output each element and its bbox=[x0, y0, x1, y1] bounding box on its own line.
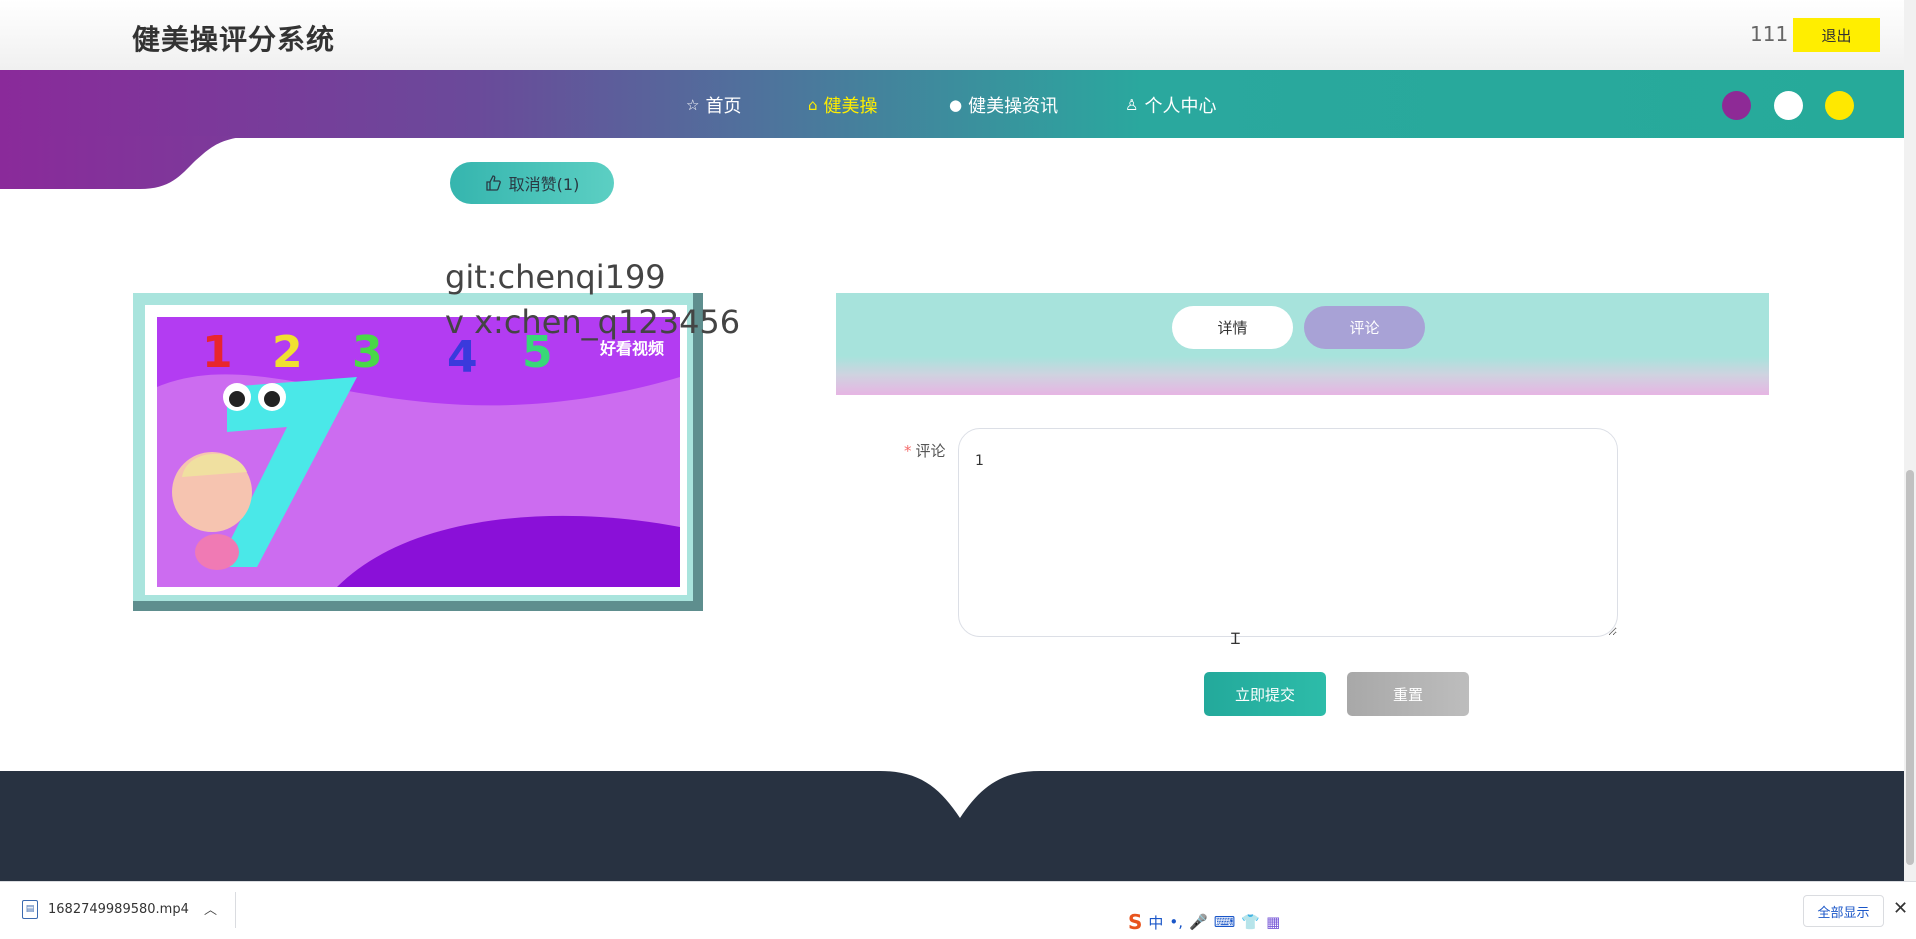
site-title: 健美操评分系统 bbox=[132, 23, 336, 56]
toolbox-icon[interactable]: ▦ bbox=[1266, 913, 1280, 931]
chevron-up-icon[interactable]: ︿ bbox=[204, 899, 217, 918]
logout-button[interactable]: 退出 bbox=[1793, 18, 1880, 52]
user-icon: ♙ bbox=[1125, 96, 1139, 114]
required-mark: * bbox=[904, 442, 912, 460]
sogou-logo-icon: S bbox=[1128, 910, 1143, 934]
video-player[interactable]: 1 2 3 4 5 好看视频 bbox=[157, 317, 680, 587]
svg-text:2: 2 bbox=[272, 327, 303, 378]
unlike-label: 取消赞(1) bbox=[508, 175, 580, 194]
watermark-wechat: v x:chen_q123456 bbox=[445, 303, 741, 341]
submit-button[interactable]: 立即提交 bbox=[1204, 672, 1326, 716]
theme-dot-purple[interactable] bbox=[1722, 91, 1751, 120]
tab-detail[interactable]: 详情 bbox=[1172, 306, 1293, 349]
svg-text:3: 3 bbox=[352, 327, 383, 378]
top-header: 健美操评分系统 111 退出 bbox=[0, 0, 1904, 71]
nav-decoration-wave bbox=[0, 136, 260, 189]
nav-item-label: 首页 bbox=[705, 96, 742, 117]
nav-item-aerobics[interactable]: ⌂ 健美操 bbox=[808, 92, 878, 118]
unlike-button[interactable]: 取消赞(1) bbox=[450, 162, 614, 204]
footer-notch-decoration bbox=[820, 768, 1100, 818]
nav-item-label: 健美操资讯 bbox=[968, 96, 1059, 117]
star-icon: ☆ bbox=[686, 96, 700, 114]
theme-dot-yellow[interactable] bbox=[1825, 91, 1854, 120]
download-divider bbox=[235, 892, 236, 928]
comment-label-text: 评论 bbox=[915, 442, 946, 460]
microphone-icon[interactable]: 🎤 bbox=[1189, 913, 1208, 931]
nav-item-label: 健美操 bbox=[823, 96, 878, 117]
download-item[interactable]: ▤ 1682749989580.mp4 bbox=[22, 895, 189, 923]
reset-button[interactable]: 重置 bbox=[1347, 672, 1469, 716]
keyboard-icon[interactable]: ⌨ bbox=[1214, 913, 1236, 931]
nav-item-home[interactable]: ☆ 首页 bbox=[686, 92, 741, 118]
nav-item-profile[interactable]: ♙ 个人中心 bbox=[1125, 92, 1216, 118]
ime-lang-label[interactable]: 中 bbox=[1148, 912, 1163, 933]
download-bar bbox=[0, 881, 1916, 939]
scrollbar-thumb[interactable] bbox=[1906, 470, 1914, 865]
comment-textarea[interactable] bbox=[958, 428, 1618, 637]
close-icon[interactable]: ✕ bbox=[1893, 898, 1908, 919]
nav-item-news[interactable]: ● 健美操资讯 bbox=[949, 92, 1058, 118]
file-icon: ▤ bbox=[22, 899, 38, 919]
username[interactable]: 111 bbox=[1750, 22, 1788, 46]
show-all-button[interactable]: 全部显示 bbox=[1803, 895, 1884, 927]
download-filename: 1682749989580.mp4 bbox=[48, 901, 189, 917]
bag-icon: ⌂ bbox=[808, 96, 818, 114]
nav-item-label: 个人中心 bbox=[1144, 96, 1217, 117]
info-icon: ● bbox=[949, 96, 963, 114]
comment-field-label: * 评论 bbox=[904, 440, 946, 461]
watermark-git: git:chenqi199 bbox=[445, 258, 666, 296]
punctuation-icon[interactable]: •, bbox=[1169, 913, 1183, 931]
tabs-panel bbox=[836, 293, 1769, 395]
text-cursor-icon: Ɪ bbox=[1231, 629, 1240, 648]
theme-dot-white[interactable] bbox=[1774, 91, 1803, 120]
tab-comment[interactable]: 评论 bbox=[1304, 306, 1425, 349]
svg-text:1: 1 bbox=[202, 327, 233, 378]
skin-icon[interactable]: 👕 bbox=[1241, 913, 1260, 931]
thumbs-up-icon bbox=[486, 175, 501, 191]
ime-toolbar[interactable]: S 中 •, 🎤 ⌨ 👕 ▦ bbox=[1128, 908, 1280, 936]
